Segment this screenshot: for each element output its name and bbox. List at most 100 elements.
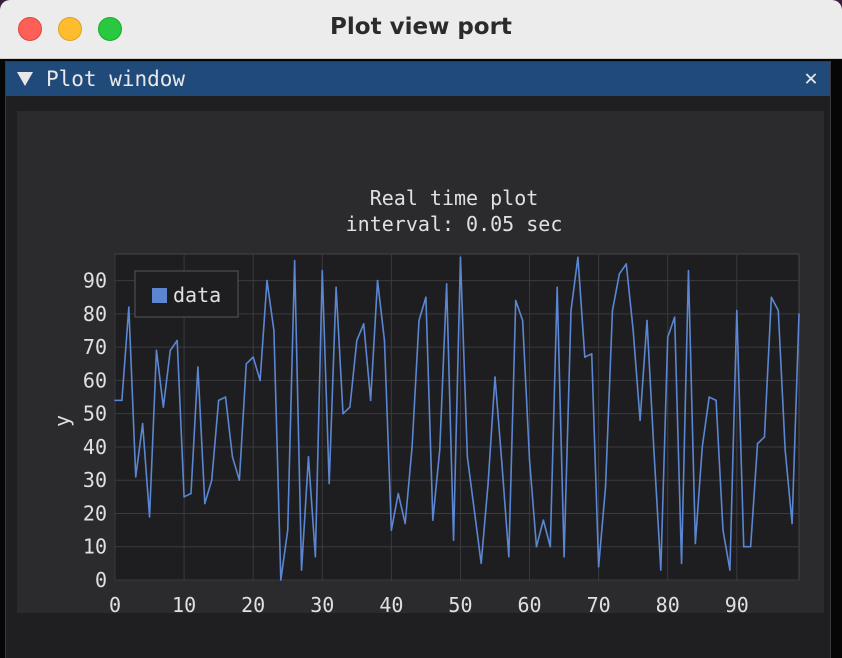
data-point bbox=[749, 545, 752, 548]
data-point bbox=[169, 349, 172, 352]
x-tick-label: 20 bbox=[241, 593, 265, 613]
data-point bbox=[501, 462, 503, 465]
plot-window-panel: Plot window ✕ Real time plot interval: 0… bbox=[5, 61, 831, 658]
data-point bbox=[556, 286, 558, 289]
data-point bbox=[590, 352, 593, 355]
close-icon[interactable]: ✕ bbox=[798, 66, 824, 92]
y-tick-label: 60 bbox=[83, 368, 107, 392]
data-point bbox=[162, 406, 165, 408]
data-point bbox=[584, 356, 586, 358]
data-point bbox=[570, 309, 572, 312]
data-point bbox=[549, 545, 552, 548]
chart-title: Real time plot bbox=[370, 186, 539, 210]
x-tick-label: 0 bbox=[109, 593, 121, 613]
data-point bbox=[183, 496, 185, 498]
data-point bbox=[729, 569, 731, 571]
data-point bbox=[376, 279, 379, 282]
x-tick-label: 30 bbox=[310, 593, 334, 613]
data-point bbox=[121, 399, 123, 402]
data-point bbox=[224, 396, 227, 398]
data-point bbox=[708, 396, 710, 398]
data-point bbox=[204, 502, 206, 505]
data-point bbox=[666, 336, 669, 338]
data-point bbox=[114, 399, 116, 402]
data-point bbox=[528, 459, 531, 462]
data-point bbox=[791, 522, 793, 525]
y-tick-labels: 0 10 20 30 40 50 60 70 80 90 bbox=[83, 269, 107, 592]
y-tick-label: 40 bbox=[83, 435, 107, 459]
data-point bbox=[266, 279, 268, 282]
triangle-down-icon[interactable] bbox=[16, 70, 34, 88]
data-point bbox=[335, 286, 337, 289]
data-point bbox=[722, 529, 724, 531]
data-point bbox=[148, 515, 151, 518]
x-tick-label: 10 bbox=[172, 593, 196, 613]
y-tick-label: 90 bbox=[83, 269, 107, 293]
data-point bbox=[452, 539, 455, 541]
data-point bbox=[798, 313, 800, 315]
data-point bbox=[383, 339, 386, 342]
data-point bbox=[577, 256, 579, 259]
data-point bbox=[742, 545, 745, 548]
data-point bbox=[632, 329, 634, 332]
x-tick-label: 80 bbox=[656, 593, 680, 613]
data-point bbox=[231, 456, 234, 458]
y-tick-label: 0 bbox=[95, 568, 107, 592]
data-point bbox=[134, 476, 137, 478]
panel-titlebar[interactable]: Plot window ✕ bbox=[6, 62, 830, 96]
data-point bbox=[563, 555, 565, 558]
data-point bbox=[473, 509, 476, 511]
x-tick-label: 60 bbox=[517, 593, 541, 613]
x-tick-label: 40 bbox=[379, 593, 403, 613]
data-point bbox=[653, 449, 655, 452]
data-point bbox=[286, 529, 289, 531]
data-point bbox=[514, 299, 517, 302]
data-point bbox=[432, 519, 434, 521]
app-window: Plot view port Plot window ✕ Real time p… bbox=[0, 0, 842, 658]
data-point bbox=[128, 306, 130, 309]
line-chart[interactable]: Real time plot interval: 0.05 sec 0 10 20 3… bbox=[17, 111, 824, 652]
data-point bbox=[321, 269, 324, 272]
data-point bbox=[508, 555, 510, 558]
data-point bbox=[459, 256, 462, 259]
legend-label: data bbox=[173, 283, 221, 307]
data-point bbox=[362, 323, 365, 325]
legend[interactable]: data bbox=[134, 270, 239, 318]
data-point bbox=[238, 479, 241, 482]
data-point bbox=[494, 376, 496, 378]
data-point bbox=[466, 456, 469, 458]
y-tick-label: 80 bbox=[83, 302, 107, 326]
data-point bbox=[314, 555, 317, 558]
panel-title: Plot window bbox=[46, 67, 186, 91]
data-point bbox=[438, 449, 441, 452]
data-point bbox=[190, 492, 192, 495]
data-point bbox=[273, 329, 275, 332]
data-point bbox=[300, 569, 303, 571]
x-tick-label: 70 bbox=[587, 593, 611, 613]
y-tick-label: 30 bbox=[83, 468, 107, 492]
data-point bbox=[245, 362, 248, 365]
legend-swatch bbox=[152, 288, 167, 303]
data-point bbox=[487, 482, 489, 485]
data-point bbox=[611, 309, 614, 312]
data-point bbox=[425, 296, 427, 299]
data-point bbox=[680, 562, 683, 565]
data-point bbox=[673, 316, 676, 319]
y-tick-label: 20 bbox=[83, 501, 107, 525]
data-point bbox=[756, 442, 759, 445]
data-point bbox=[397, 492, 400, 495]
window-title: Plot view port bbox=[330, 14, 512, 40]
data-point bbox=[155, 349, 158, 352]
data-point bbox=[293, 259, 296, 262]
data-point bbox=[349, 406, 351, 408]
data-point bbox=[784, 449, 786, 452]
data-point bbox=[480, 562, 482, 565]
data-point bbox=[418, 319, 420, 322]
data-point bbox=[328, 482, 330, 485]
data-point bbox=[445, 283, 448, 285]
data-point bbox=[369, 399, 372, 402]
data-point bbox=[736, 309, 738, 312]
data-point bbox=[625, 263, 628, 265]
y-tick-label: 10 bbox=[83, 535, 107, 559]
data-point bbox=[542, 519, 545, 521]
